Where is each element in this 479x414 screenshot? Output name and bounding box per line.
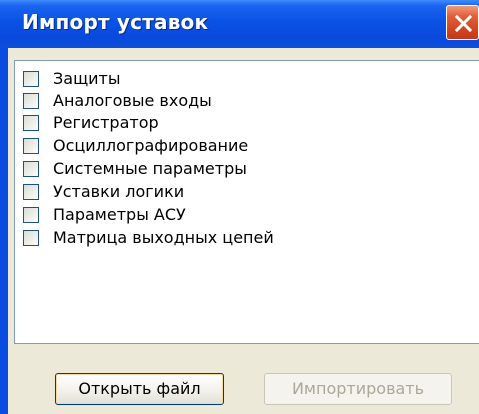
list-item-label: Параметры АСУ (53, 205, 186, 224)
checkbox[interactable] (23, 184, 39, 200)
list-item-recorder[interactable]: Регистратор (23, 111, 463, 133)
list-item-label: Матрица выходных цепей (53, 228, 274, 247)
list-item-system-parameters[interactable]: Системные параметры (23, 157, 463, 179)
checkbox[interactable] (23, 71, 39, 87)
open-file-button[interactable]: Открыть файл (55, 373, 224, 405)
dialog-body: Защиты Аналоговые входы Регистратор Осци… (8, 48, 479, 414)
checkbox[interactable] (23, 115, 39, 131)
list-item-protections[interactable]: Защиты (23, 67, 463, 89)
list-item-label: Регистратор (53, 113, 159, 132)
list-item-label: Уставки логики (53, 182, 185, 201)
checkbox[interactable] (23, 161, 39, 177)
settings-checklist: Защиты Аналоговые входы Регистратор Осци… (14, 60, 479, 344)
checkbox[interactable] (23, 207, 39, 223)
import-settings-dialog: Импорт уставок Защиты Аналоговые входы Р… (0, 0, 479, 414)
list-item-label: Аналоговые входы (53, 91, 212, 110)
checkbox[interactable] (23, 138, 39, 154)
title-bar[interactable]: Импорт уставок (0, 0, 479, 48)
import-button: Импортировать (264, 373, 452, 405)
list-item-label: Защиты (53, 69, 121, 88)
list-item-acs-parameters[interactable]: Параметры АСУ (23, 203, 463, 225)
list-item-label: Осциллографирование (53, 136, 249, 155)
list-item-output-matrix[interactable]: Матрица выходных цепей (23, 226, 463, 248)
close-button[interactable] (446, 5, 479, 40)
list-item-analog-inputs[interactable]: Аналоговые входы (23, 89, 463, 111)
checkbox[interactable] (23, 230, 39, 246)
window-title: Импорт уставок (22, 10, 209, 34)
list-item-oscillography[interactable]: Осциллографирование (23, 134, 463, 156)
checkbox[interactable] (23, 93, 39, 109)
list-item-label: Системные параметры (53, 159, 247, 178)
close-icon (454, 14, 473, 33)
list-item-logic-settings[interactable]: Уставки логики (23, 180, 463, 202)
